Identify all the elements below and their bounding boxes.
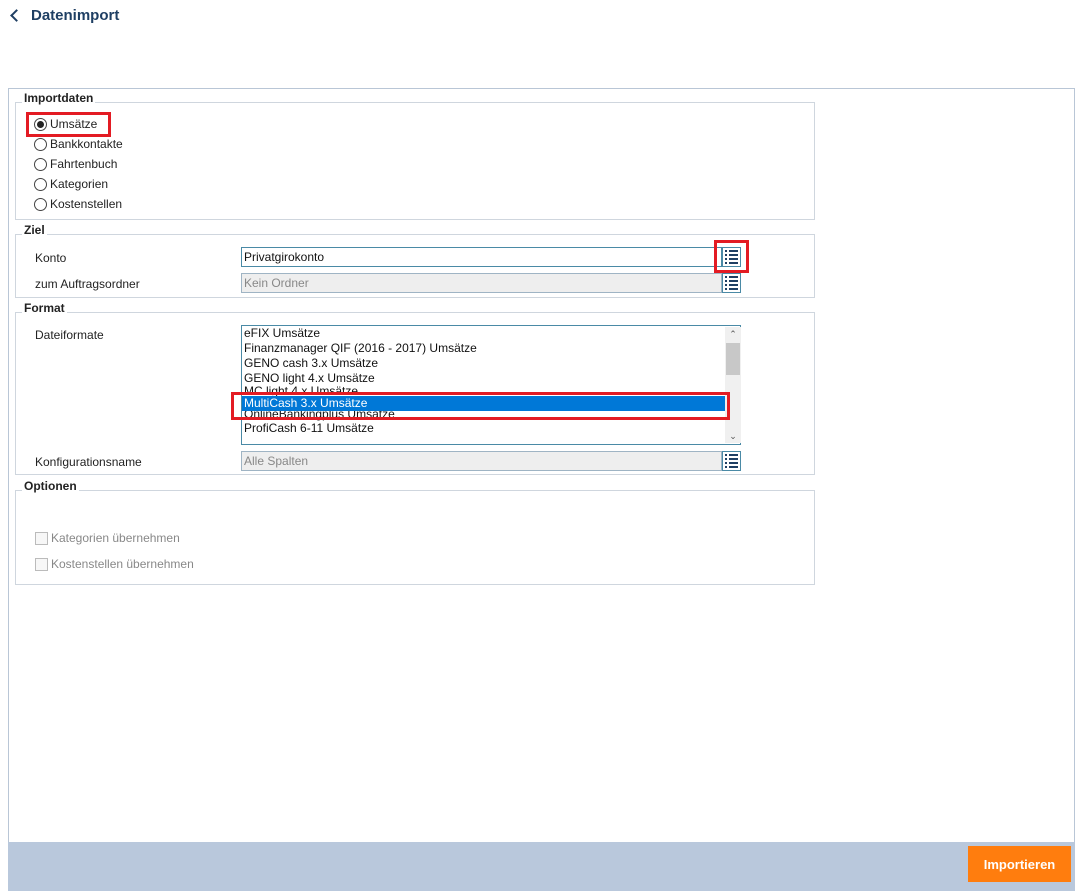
list-item[interactable]: OnlineBankingplus Umsätze	[242, 411, 740, 421]
radio-label: Kostenstellen	[50, 197, 123, 211]
radio-label: Kategorien	[50, 177, 109, 191]
group-title: Optionen	[22, 479, 79, 493]
footer-bar: Importieren	[8, 842, 1075, 891]
scroll-down-icon[interactable]: ⌄	[725, 429, 741, 443]
radio-label: Bankkontakte	[50, 137, 123, 151]
group-title: Format	[22, 301, 67, 315]
radio-label: Fahrtenbuch	[50, 157, 118, 171]
radio-icon[interactable]	[34, 197, 47, 211]
scroll-thumb[interactable]	[726, 343, 740, 375]
radio-kategorien[interactable]: Kategorien	[34, 175, 108, 193]
radio-umsaetze[interactable]: Umsätze	[34, 115, 97, 133]
radio-icon[interactable]	[34, 137, 47, 151]
list-item-selected[interactable]: MultiCash 3.x Umsätze	[242, 396, 740, 411]
radio-icon[interactable]	[34, 177, 47, 191]
radio-fahrtenbuch[interactable]: Fahrtenbuch	[34, 155, 117, 173]
list-icon[interactable]	[722, 247, 741, 267]
checkbox-kategorien: Kategorien übernehmen	[35, 529, 180, 547]
chevron-left-icon[interactable]	[10, 8, 23, 22]
list-item[interactable]: MC light 4.x Umsätze	[242, 386, 740, 396]
group-title: Ziel	[22, 223, 47, 237]
ordner-label: zum Auftragsordner	[35, 277, 140, 291]
page-header: Datenimport	[8, 5, 119, 25]
group-title: Importdaten	[22, 91, 96, 105]
radio-icon[interactable]	[34, 157, 47, 171]
group-importdaten: Importdaten	[15, 91, 815, 220]
list-icon[interactable]	[722, 451, 741, 471]
list-item[interactable]: eFIX Umsätze	[242, 326, 740, 341]
scroll-up-icon[interactable]: ⌃	[725, 327, 741, 341]
import-button[interactable]: Importieren	[968, 846, 1071, 882]
radio-kostenstellen[interactable]: Kostenstellen	[34, 195, 122, 213]
dateiformate-list[interactable]: eFIX Umsätze Finanzmanager QIF (2016 - 2…	[241, 325, 741, 445]
checkbox-label: Kostenstellen übernehmen	[51, 557, 194, 571]
list-item[interactable]: GENO light 4.x Umsätze	[242, 371, 740, 386]
checkbox-icon	[35, 531, 48, 545]
radio-label: Umsätze	[50, 117, 98, 131]
checkbox-kostenstellen: Kostenstellen übernehmen	[35, 555, 194, 573]
checkbox-icon	[35, 557, 48, 571]
konfig-input: Alle Spalten	[241, 451, 722, 471]
list-icon[interactable]	[722, 273, 741, 293]
dateiformate-label: Dateiformate	[35, 328, 104, 342]
radio-bankkontakte[interactable]: Bankkontakte	[34, 135, 123, 153]
konto-input[interactable]: Privatgirokonto	[241, 247, 722, 267]
page-title: Datenimport	[31, 6, 120, 24]
radio-icon[interactable]	[34, 117, 47, 131]
konto-label: Konto	[35, 251, 67, 265]
list-scrollbar[interactable]: ⌃ ⌄	[725, 327, 741, 443]
konfig-label: Konfigurationsname	[35, 455, 142, 469]
ordner-input: Kein Ordner	[241, 273, 722, 293]
checkbox-label: Kategorien übernehmen	[51, 531, 180, 545]
list-item[interactable]: Finanzmanager QIF (2016 - 2017) Umsätze	[242, 341, 740, 356]
list-item[interactable]: ProfiCash 6-11 Umsätze	[242, 421, 740, 436]
import-panel: Importdaten Umsätze Bankkontakte Fahrten…	[8, 88, 1075, 888]
list-item[interactable]: GENO cash 3.x Umsätze	[242, 356, 740, 371]
